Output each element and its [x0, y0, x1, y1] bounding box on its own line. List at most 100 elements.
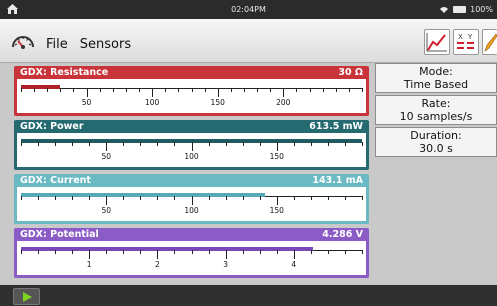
- play-icon: [23, 292, 32, 302]
- rate-setting[interactable]: Rate: 10 samples/s: [375, 95, 497, 125]
- minor-tick: [140, 142, 142, 146]
- meter-header: GDX: Current 143.1 mA: [14, 174, 369, 187]
- minor-tick: [89, 142, 91, 146]
- minor-tick: [327, 142, 329, 146]
- minor-tick: [310, 196, 312, 200]
- minor-tick: [296, 88, 298, 92]
- minor-tick: [259, 196, 261, 200]
- meter-header: GDX: Potential 4.286 V: [14, 228, 369, 241]
- minor-tick: [55, 250, 57, 254]
- tick-label: 3: [223, 260, 228, 269]
- tick-label: 150: [210, 98, 225, 107]
- major-tick: [191, 142, 193, 151]
- minor-tick: [204, 88, 206, 92]
- clock: 02:04PM: [231, 5, 266, 14]
- minor-tick: [309, 88, 311, 92]
- tick-label: 50: [101, 152, 112, 161]
- minor-tick: [55, 142, 57, 146]
- minor-tick: [208, 142, 210, 146]
- bottom-bar: [0, 285, 497, 306]
- minor-tick: [208, 196, 210, 200]
- duration-value: 30.0 s: [419, 142, 453, 155]
- meter-value: 4.286 V: [322, 229, 363, 240]
- minor-tick: [257, 88, 259, 92]
- battery-level: 100%: [470, 5, 493, 14]
- minor-tick: [106, 250, 108, 254]
- rate-label: Rate:: [421, 97, 451, 110]
- minor-tick: [225, 142, 227, 146]
- tick-label: 100: [144, 98, 160, 107]
- status-bar: 02:04PM 100%: [0, 0, 497, 19]
- minor-tick: [242, 142, 244, 146]
- collect-button[interactable]: [13, 288, 40, 305]
- tick-label: 150: [269, 206, 284, 215]
- minor-tick: [38, 142, 40, 146]
- minor-tick: [230, 88, 232, 92]
- minor-tick: [112, 88, 114, 92]
- wifi-icon: [440, 6, 449, 13]
- table-view-button[interactable]: X Y: [453, 29, 479, 55]
- meter-level-bar: [21, 247, 314, 251]
- meter-name: GDX: Power: [20, 121, 84, 132]
- duration-label: Duration:: [410, 129, 462, 142]
- major-tick: [276, 142, 278, 151]
- minor-tick: [140, 196, 142, 200]
- file-menu[interactable]: File: [46, 37, 68, 52]
- battery-icon: [453, 6, 467, 13]
- status-right: 100%: [439, 5, 493, 14]
- meter-header: GDX: Power 613.5 mW: [14, 120, 369, 133]
- minor-tick: [225, 196, 227, 200]
- tick-label: 100: [184, 152, 199, 161]
- meter-scale: 50 100 150 200: [21, 85, 363, 107]
- tick-label: 50: [101, 206, 112, 215]
- mode-setting[interactable]: Mode: Time Based: [375, 63, 497, 93]
- meter-current[interactable]: GDX: Current 143.1 mA 50 100 150: [14, 174, 369, 224]
- minor-tick: [165, 88, 167, 92]
- minor-tick: [157, 196, 159, 200]
- meter-scale: 50 100 150: [21, 139, 363, 161]
- annotate-button[interactable]: [482, 29, 497, 55]
- major-tick: [106, 142, 108, 151]
- meter-power[interactable]: GDX: Power 613.5 mW 50 100 150: [14, 120, 369, 170]
- meter-value: 613.5 mW: [309, 121, 363, 132]
- toolbar: File Sensors X Y: [0, 19, 497, 63]
- collection-settings: Mode: Time Based Rate: 10 samples/s Dura…: [375, 63, 497, 159]
- major-tick: [191, 196, 193, 205]
- graph-view-icon: [426, 33, 447, 52]
- major-tick: [293, 250, 295, 259]
- major-tick: [283, 88, 285, 97]
- minor-tick: [362, 196, 363, 200]
- minor-tick: [259, 250, 261, 254]
- sensors-menu[interactable]: Sensors: [80, 37, 131, 52]
- meter-scale-area: 50 100 150: [17, 133, 366, 167]
- meter-name: GDX: Resistance: [20, 67, 109, 78]
- major-tick: [225, 250, 227, 259]
- tick-label: 100: [184, 206, 199, 215]
- minor-tick: [157, 142, 159, 146]
- minor-tick: [60, 88, 62, 92]
- tick-label: 150: [269, 152, 284, 161]
- major-tick: [157, 250, 159, 259]
- major-tick: [152, 88, 154, 97]
- minor-tick: [21, 196, 22, 200]
- minor-tick: [140, 250, 142, 254]
- major-tick: [106, 196, 108, 205]
- meter-app-icon[interactable]: [10, 29, 36, 53]
- duration-setting[interactable]: Duration: 30.0 s: [375, 127, 497, 157]
- minor-tick: [73, 88, 75, 92]
- minor-tick: [89, 196, 91, 200]
- minor-tick: [178, 88, 180, 92]
- minor-tick: [242, 196, 244, 200]
- minor-tick: [348, 88, 350, 92]
- meter-resistance[interactable]: GDX: Resistance 30 Ω 50 100 150 200: [14, 66, 369, 116]
- minor-tick: [47, 88, 49, 92]
- meter-potential[interactable]: GDX: Potential 4.286 V 1 2 3 4: [14, 228, 369, 278]
- mode-label: Mode:: [419, 65, 453, 78]
- minor-tick: [243, 88, 245, 92]
- meter-name: GDX: Potential: [20, 229, 99, 240]
- pencil-icon: [484, 33, 497, 52]
- graph-view-button[interactable]: [424, 29, 450, 55]
- svg-text:X: X: [458, 33, 463, 41]
- minor-tick: [21, 142, 22, 146]
- svg-text:Y: Y: [467, 33, 473, 41]
